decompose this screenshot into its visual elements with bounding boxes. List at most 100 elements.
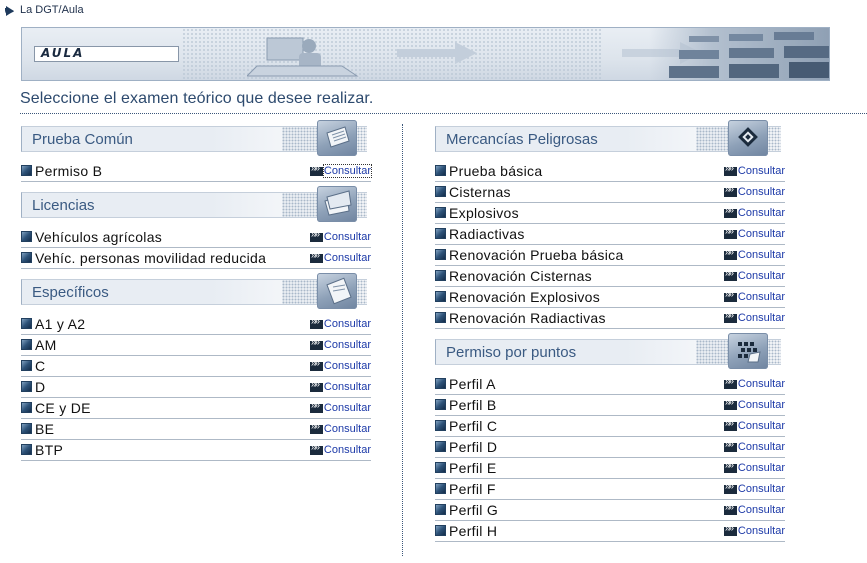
consultar-link-text[interactable]: Consultar: [738, 228, 785, 240]
consultar-link[interactable]: Consultar: [309, 400, 371, 414]
consultar-link-text[interactable]: Consultar: [738, 462, 785, 474]
consultar-link-text[interactable]: Consultar: [738, 165, 785, 177]
exam-row: Permiso B Consultar: [21, 161, 373, 182]
consultar-link[interactable]: Consultar: [723, 418, 785, 432]
consultar-link[interactable]: Consultar: [309, 316, 371, 330]
consultar-link-text[interactable]: Consultar: [738, 249, 785, 261]
list-bullet-icon: [21, 444, 32, 455]
double-arrow-icon: [723, 310, 737, 323]
list-bullet-icon: [435, 399, 446, 410]
double-arrow-icon: [309, 379, 323, 392]
double-arrow-icon: [723, 502, 737, 515]
consultar-link-text[interactable]: Consultar: [738, 291, 785, 303]
consultar-link[interactable]: Consultar: [309, 421, 371, 435]
consultar-link[interactable]: Consultar: [309, 250, 371, 264]
exam-label: Renovación Cisternas: [449, 268, 592, 284]
exam-label: D: [35, 379, 46, 395]
consultar-link[interactable]: Consultar: [723, 205, 785, 219]
double-arrow-icon: [723, 439, 737, 452]
consultar-link-text[interactable]: Consultar: [738, 525, 785, 537]
consultar-link[interactable]: Consultar: [723, 439, 785, 453]
consultar-link-text[interactable]: Consultar: [324, 339, 371, 351]
consultar-link-text[interactable]: Consultar: [324, 231, 371, 243]
consultar-link[interactable]: Consultar: [723, 163, 785, 177]
section-header-licencias: Licencias: [21, 192, 367, 218]
double-arrow-icon: [723, 523, 737, 536]
consultar-link[interactable]: Consultar: [309, 379, 371, 393]
consultar-link-text[interactable]: Consultar: [738, 207, 785, 219]
breadcrumb-link[interactable]: La DGT/Aula: [20, 4, 84, 16]
exam-row: Vehículos agrícolas Consultar: [21, 227, 371, 248]
exam-row: AM Consultar: [21, 335, 371, 356]
consultar-link[interactable]: Consultar: [723, 523, 785, 537]
consultar-link-text[interactable]: Consultar: [324, 402, 371, 414]
points-grid-icon: [728, 333, 768, 369]
consultar-link-text[interactable]: Consultar: [738, 483, 785, 495]
consultar-link-text[interactable]: Consultar: [738, 399, 785, 411]
list-bullet-icon: [21, 165, 32, 176]
consultar-link[interactable]: Consultar: [723, 184, 785, 198]
consultar-link[interactable]: Consultar: [723, 460, 785, 474]
double-arrow-icon: [309, 337, 323, 350]
double-arrow-icon: [309, 358, 323, 371]
exam-label: Radiactivas: [449, 226, 525, 242]
list-bullet-icon: [435, 378, 446, 389]
consultar-link-text[interactable]: Consultar: [324, 360, 371, 372]
exam-label: Renovación Explosivos: [449, 289, 601, 305]
consultar-link-text[interactable]: Consultar: [738, 441, 785, 453]
exam-label: Vehículos agrícolas: [35, 229, 163, 245]
exam-row: Perfil F Consultar: [435, 479, 785, 500]
consultar-link-text[interactable]: Consultar: [738, 312, 785, 324]
consultar-link[interactable]: Consultar: [723, 481, 785, 495]
section-header-especificos: Específicos: [21, 279, 367, 305]
double-arrow-icon: [309, 400, 323, 413]
exam-label: Cisternas: [449, 184, 511, 200]
consultar-link-text[interactable]: Consultar: [324, 423, 371, 435]
consultar-link[interactable]: Consultar: [723, 289, 785, 303]
consultar-link-text[interactable]: Consultar: [738, 270, 785, 282]
exam-row: CE y DE Consultar: [21, 398, 371, 419]
consultar-link[interactable]: Consultar: [309, 229, 371, 243]
exam-label: Renovación Radiactivas: [449, 310, 606, 326]
consultar-link-text[interactable]: Consultar: [738, 504, 785, 516]
exam-row: Perfil C Consultar: [435, 416, 785, 437]
consultar-link[interactable]: Consultar: [309, 442, 371, 456]
consultar-link[interactable]: Consultar: [723, 310, 785, 324]
exam-label: A1 y A2: [35, 316, 86, 332]
consultar-link[interactable]: Consultar: [309, 337, 371, 351]
exam-row: Perfil E Consultar: [435, 458, 785, 479]
exam-label: C: [35, 358, 46, 374]
consultar-link[interactable]: Consultar: [723, 376, 785, 390]
consultar-link-text[interactable]: Consultar: [324, 252, 371, 264]
exam-label: Prueba básica: [449, 163, 543, 179]
consultar-link[interactable]: Consultar: [723, 247, 785, 261]
consultar-link[interactable]: Consultar: [723, 226, 785, 240]
consultar-link[interactable]: Consultar: [723, 268, 785, 282]
consultar-link-text[interactable]: Consultar: [324, 318, 371, 330]
list-bullet-icon: [21, 402, 32, 413]
consultar-link-text[interactable]: Consultar: [322, 164, 373, 178]
double-arrow-icon: [723, 289, 737, 302]
double-arrow-icon: [723, 481, 737, 494]
consultar-link[interactable]: Consultar: [309, 163, 373, 178]
double-arrow-icon: [309, 316, 323, 329]
section-title: Prueba Común: [32, 131, 133, 148]
consultar-link-text[interactable]: Consultar: [324, 381, 371, 393]
list-bullet-icon: [21, 252, 32, 263]
consultar-link-text[interactable]: Consultar: [738, 420, 785, 432]
exam-row: Cisternas Consultar: [435, 182, 785, 203]
double-arrow-icon: [309, 442, 323, 455]
exam-row: Perfil H Consultar: [435, 521, 785, 542]
double-arrow-icon: [309, 163, 323, 176]
consultar-link-text[interactable]: Consultar: [324, 444, 371, 456]
consultar-link-text[interactable]: Consultar: [738, 378, 785, 390]
consultar-link[interactable]: Consultar: [723, 502, 785, 516]
double-arrow-icon: [723, 163, 737, 176]
consultar-link[interactable]: Consultar: [309, 358, 371, 372]
list-bullet-icon: [435, 165, 446, 176]
consultar-link-text[interactable]: Consultar: [738, 186, 785, 198]
double-arrow-icon: [309, 229, 323, 242]
consultar-link[interactable]: Consultar: [723, 397, 785, 411]
double-arrow-icon: [723, 268, 737, 281]
exam-label: Perfil F: [449, 481, 496, 497]
